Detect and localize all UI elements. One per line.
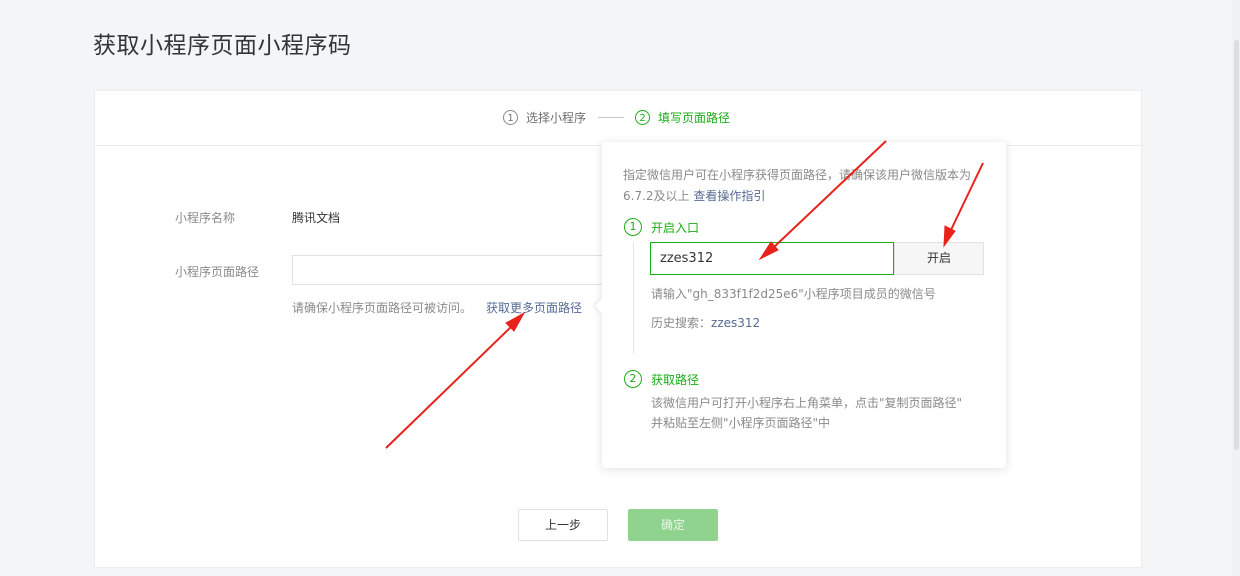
get-path-desc-line-2: 并粘贴至左侧"小程序页面路径"中 [651, 416, 831, 430]
popover-step-1-number: 1 [624, 218, 642, 236]
page-scrollbar[interactable] [1232, 0, 1240, 576]
miniprogram-name-value: 腾讯文档 [292, 211, 341, 225]
get-path-desc-line-1: 该微信用户可打开小程序右上角菜单，点击"复制页面路径" [651, 396, 963, 410]
page-path-label: 小程序页面路径 [175, 265, 260, 279]
popover-step-get-path: 2 获取路径 [624, 370, 699, 388]
step-select-miniprogram: 1 选择小程序 [503, 109, 586, 126]
step-1-number: 1 [503, 110, 518, 125]
miniprogram-name-label: 小程序名称 [175, 211, 236, 225]
get-more-paths-link[interactable]: 获取更多页面路径 [486, 299, 582, 316]
scrollbar-thumb[interactable] [1234, 40, 1239, 450]
step-fill-page-path: 2 填写页面路径 [635, 109, 730, 126]
search-history-label: 历史搜索： [651, 316, 712, 330]
popover-step-1-title: 开启入口 [651, 220, 700, 235]
step-divider [598, 117, 624, 118]
prev-step-button[interactable]: 上一步 [518, 509, 608, 541]
step-2-number: 2 [635, 110, 650, 125]
page-title: 获取小程序页面小程序码 [93, 33, 352, 59]
confirm-button[interactable]: 确定 [628, 509, 718, 541]
search-history: 历史搜索：zzes312 [651, 313, 760, 333]
popover-step-2-number: 2 [624, 370, 642, 388]
view-guide-link[interactable]: 查看操作指引 [693, 189, 765, 203]
popover-step-2-title: 获取路径 [651, 372, 700, 387]
search-history-item[interactable]: zzes312 [711, 316, 760, 330]
step-2-label: 填写页面路径 [658, 111, 731, 125]
wechat-id-input[interactable] [650, 242, 894, 275]
page-path-input[interactable] [292, 255, 622, 285]
get-path-popover: 指定微信用户可在小程序获得页面路径，请确保该用户微信版本为6.7.2及以上 查看… [594, 142, 1006, 468]
step-1-label: 选择小程序 [526, 111, 587, 125]
popover-description-text: 指定微信用户可在小程序获得页面路径，请确保该用户微信版本为6.7.2及以上 [623, 168, 972, 203]
enable-button[interactable]: 开启 [894, 242, 984, 275]
wechat-id-hint: 请输入"gh_833f1f2d25e6"小程序项目成员的微信号 [651, 287, 936, 301]
step-connector-line [633, 242, 634, 354]
steps-bar: 1 选择小程序 2 填写页面路径 [95, 91, 1141, 146]
popover-step-enable-entry: 1 开启入口 [624, 218, 699, 236]
page-path-hint: 请确保小程序页面路径可被访问。 [292, 301, 473, 315]
popover-description: 指定微信用户可在小程序获得页面路径，请确保该用户微信版本为6.7.2及以上 查看… [623, 165, 993, 207]
